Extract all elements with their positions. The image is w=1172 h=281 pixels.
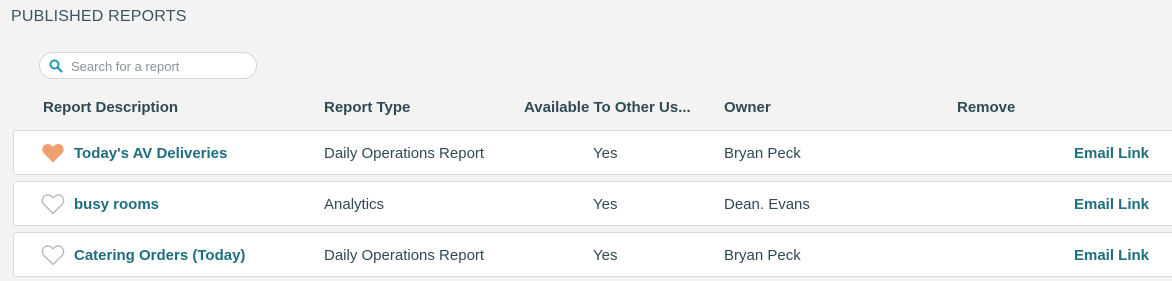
column-header-owner[interactable]: Owner xyxy=(724,99,771,116)
report-type: Daily Operations Report xyxy=(324,145,485,162)
owner-name: Bryan Peck xyxy=(724,247,801,264)
heart-filled-icon[interactable] xyxy=(41,142,65,164)
table-header: Report Description Report Type Available… xyxy=(0,99,1172,119)
column-header-remove: Remove xyxy=(957,99,1016,116)
report-name-link[interactable]: busy rooms xyxy=(74,196,159,213)
table-row: busy rooms Analytics Yes Dean. Evans Ema… xyxy=(13,181,1172,226)
search-box[interactable] xyxy=(39,52,257,79)
search-input[interactable] xyxy=(69,56,253,77)
email-link[interactable]: Email Link xyxy=(1074,196,1149,213)
available-value: Yes xyxy=(593,196,618,213)
table-row: Today's AV Deliveries Daily Operations R… xyxy=(13,130,1172,175)
heart-outline-icon[interactable] xyxy=(41,244,65,266)
owner-name: Dean. Evans xyxy=(724,196,810,213)
report-type: Daily Operations Report xyxy=(324,247,485,264)
report-name-link[interactable]: Today's AV Deliveries xyxy=(74,145,227,162)
owner-name: Bryan Peck xyxy=(724,145,801,162)
table-row: Catering Orders (Today) Daily Operations… xyxy=(13,232,1172,277)
search-icon xyxy=(49,59,63,73)
column-header-type[interactable]: Report Type xyxy=(324,99,410,116)
heart-outline-icon[interactable] xyxy=(41,193,65,215)
available-value: Yes xyxy=(593,247,618,264)
available-value: Yes xyxy=(593,145,618,162)
column-header-available[interactable]: Available To Other Us... xyxy=(524,99,691,116)
page-title: PUBLISHED REPORTS xyxy=(11,8,187,25)
column-header-description[interactable]: Report Description xyxy=(43,99,178,116)
email-link[interactable]: Email Link xyxy=(1074,247,1149,264)
email-link[interactable]: Email Link xyxy=(1074,145,1149,162)
report-type: Analytics xyxy=(324,196,385,213)
report-name-link[interactable]: Catering Orders (Today) xyxy=(74,247,245,264)
